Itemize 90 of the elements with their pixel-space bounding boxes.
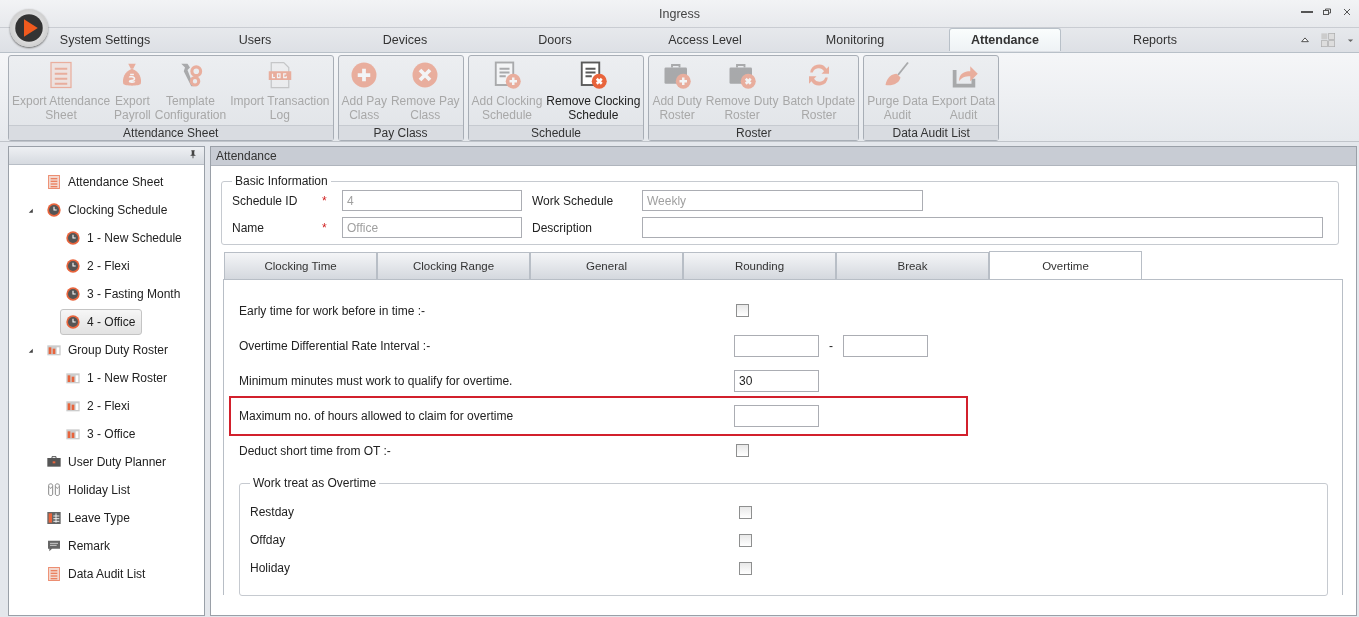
tree-item[interactable]: User Duty Planner xyxy=(41,449,174,475)
group-label: Data Audit List xyxy=(864,125,999,140)
text-field[interactable]: 30 xyxy=(734,369,819,392)
tree-item[interactable]: 2 - Flexi xyxy=(60,393,137,419)
text-field[interactable] xyxy=(642,217,1323,238)
calendar-icon xyxy=(65,426,81,442)
menu-tab[interactable]: Users xyxy=(180,28,330,51)
required-mark: * xyxy=(322,193,328,208)
field-label: Name xyxy=(232,220,265,235)
setting-label: Restday xyxy=(250,505,296,519)
text-field[interactable] xyxy=(843,334,928,357)
pin-icon xyxy=(188,149,198,159)
tab[interactable]: Rounding xyxy=(683,252,836,279)
tree-item[interactable]: Leave Type xyxy=(41,505,137,531)
table-icon xyxy=(46,510,62,526)
tab[interactable]: General xyxy=(530,252,683,279)
menu-tab[interactable]: Doors xyxy=(480,28,630,51)
field-label: Description xyxy=(532,220,594,235)
clock-icon xyxy=(65,286,81,302)
checkbox[interactable] xyxy=(739,505,752,519)
document-icon xyxy=(46,174,62,190)
tree-item[interactable]: 1 - New Schedule xyxy=(60,225,189,251)
tab[interactable]: Overtime xyxy=(989,251,1142,279)
document-icon xyxy=(46,566,62,582)
minimize-icon xyxy=(1301,11,1313,13)
group-label: Schedule xyxy=(468,125,644,140)
tree-item[interactable]: 1 - New Roster xyxy=(60,365,175,391)
group-label: Roster xyxy=(649,125,859,140)
field-label: Work Schedule xyxy=(532,193,615,208)
schedule-remove-icon xyxy=(578,60,609,90)
panel-title: Attendance xyxy=(216,149,277,163)
group-title: Basic Information xyxy=(234,174,329,188)
checkbox[interactable] xyxy=(736,444,749,457)
tree-item[interactable]: Holiday List xyxy=(41,477,138,503)
setting-label: Minimum minutes must work to qualify for overtime. xyxy=(239,373,514,388)
group-label: Pay Class xyxy=(338,125,463,140)
required-mark: * xyxy=(322,220,328,235)
range-separator: - xyxy=(829,338,833,353)
clock-icon xyxy=(65,230,81,246)
text-field[interactable] xyxy=(734,334,819,357)
close-icon xyxy=(1341,6,1353,18)
calendar-icon xyxy=(46,342,62,358)
checkbox[interactable] xyxy=(739,561,752,575)
menu-tab[interactable]: Attendance xyxy=(949,28,1061,51)
layout-icon xyxy=(1320,32,1336,48)
setting-label: Maximum no. of hours allowed to claim for overtime xyxy=(239,409,515,423)
tree-item[interactable]: Remark xyxy=(41,533,117,559)
clock-icon xyxy=(65,258,81,274)
sandals-icon xyxy=(46,482,62,498)
clock-icon xyxy=(65,314,81,330)
close-button[interactable] xyxy=(1341,6,1353,18)
setting-label: Deduct short time from OT :- xyxy=(239,443,392,458)
window-title-text: Ingress xyxy=(659,6,700,21)
menu-tab[interactable]: Monitoring xyxy=(780,28,930,51)
setting-label: Offday xyxy=(250,533,287,547)
briefcase-icon xyxy=(46,454,62,470)
field-label: Schedule ID xyxy=(232,193,299,208)
tree-item[interactable]: 3 - Office xyxy=(60,421,143,447)
tree-item[interactable]: Attendance Sheet xyxy=(41,169,171,195)
tab[interactable]: Clocking Range xyxy=(377,252,530,279)
tree-item[interactable]: Clocking Schedule xyxy=(41,197,175,223)
restore-button[interactable] xyxy=(1321,6,1333,18)
checkbox[interactable] xyxy=(736,304,749,317)
chevron-up-icon xyxy=(1300,35,1310,45)
calendar-icon xyxy=(65,370,81,386)
checkbox[interactable] xyxy=(739,533,752,547)
setting-label: Holiday xyxy=(250,561,292,575)
menu-tab[interactable]: Reports xyxy=(1080,28,1230,51)
group-label: Attendance Sheet xyxy=(9,125,333,140)
app-menu-button[interactable] xyxy=(10,9,48,47)
menu-tab[interactable]: System Settings xyxy=(30,28,180,51)
tree-item[interactable]: 2 - Flexi xyxy=(60,253,137,279)
tree-item[interactable]: Data Audit List xyxy=(41,561,153,587)
comment-icon xyxy=(46,538,62,554)
clock-icon xyxy=(46,202,62,218)
restore-icon xyxy=(1321,6,1333,18)
menu-tab[interactable]: Access Level xyxy=(630,28,780,51)
calendar-icon xyxy=(65,398,81,414)
menu-tab[interactable]: Devices xyxy=(330,28,480,51)
group-title: Work treat as Overtime xyxy=(252,476,378,490)
setting-label: Early time for work before in time :- xyxy=(239,303,427,318)
tab[interactable]: Clocking Time xyxy=(224,252,377,279)
tree-item[interactable]: 3 - Fasting Month xyxy=(60,281,188,307)
tree-item[interactable]: 4 - Office xyxy=(60,309,143,335)
setting-label: Overtime Differential Rate Interval :- xyxy=(239,338,432,353)
tab[interactable]: Break xyxy=(836,252,989,279)
tree-item[interactable]: Group Duty Roster xyxy=(41,337,176,363)
ribbon-button[interactable]: Remove Clocking Schedule xyxy=(544,58,643,125)
text-field[interactable] xyxy=(734,405,819,427)
play-icon xyxy=(14,13,44,43)
